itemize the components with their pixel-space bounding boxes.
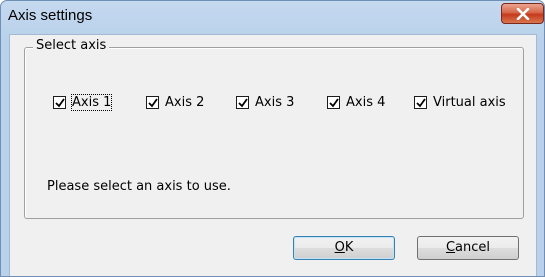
checkbox-box[interactable] bbox=[327, 95, 340, 109]
ok-mnemonic: O bbox=[334, 240, 345, 255]
cancel-mnemonic: C bbox=[445, 240, 456, 255]
checkbox-label: Axis 1 bbox=[70, 93, 113, 111]
checkbox-virtual-axis[interactable]: Virtual axis bbox=[414, 94, 506, 110]
checkbox-label: Axis 3 bbox=[255, 94, 295, 110]
checkbox-box[interactable] bbox=[414, 95, 427, 109]
checkbox-label: Axis 2 bbox=[165, 94, 205, 110]
checkbox-box[interactable] bbox=[236, 95, 249, 109]
checkbox-label: Axis 4 bbox=[346, 94, 386, 110]
checkbox-label: Virtual axis bbox=[433, 94, 506, 110]
checkmark-icon bbox=[329, 97, 339, 107]
window-title: Axis settings bbox=[8, 7, 93, 24]
instruction-message: Please select an axis to use. bbox=[47, 179, 231, 194]
ok-label-rest: K bbox=[344, 240, 354, 255]
checkmark-icon bbox=[55, 97, 65, 107]
checkbox-axis-3[interactable]: Axis 3 bbox=[236, 94, 294, 110]
checkmark-icon bbox=[238, 97, 248, 107]
checkbox-axis-2[interactable]: Axis 2 bbox=[146, 94, 204, 110]
cancel-label-rest: ancel bbox=[455, 240, 491, 255]
checkbox-axis-4[interactable]: Axis 4 bbox=[327, 94, 385, 110]
groupbox-legend: Select axis bbox=[33, 38, 110, 53]
checkbox-axis-1[interactable]: Axis 1 bbox=[53, 93, 113, 111]
close-button[interactable] bbox=[501, 3, 544, 24]
checkmark-icon bbox=[148, 97, 158, 107]
checkbox-box[interactable] bbox=[146, 95, 159, 109]
cancel-button[interactable]: Cancel bbox=[417, 236, 519, 260]
title-bar[interactable]: Axis settings bbox=[1, 1, 544, 34]
close-x-icon bbox=[516, 8, 530, 20]
ok-button[interactable]: OK bbox=[293, 236, 395, 260]
checkmark-icon bbox=[416, 97, 426, 107]
checkbox-box[interactable] bbox=[53, 95, 66, 109]
